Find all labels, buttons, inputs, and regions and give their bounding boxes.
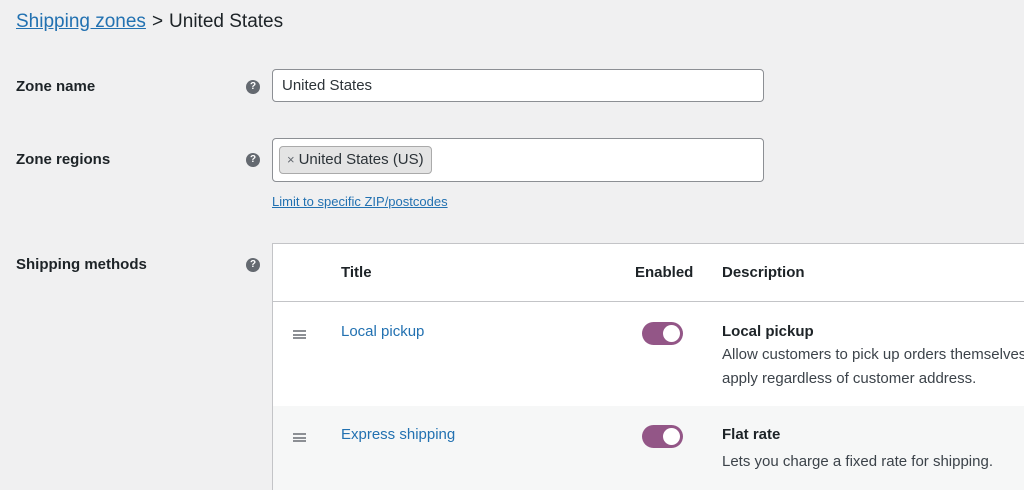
column-title: Title (341, 264, 372, 281)
method-title-link[interactable]: Local pickup (341, 323, 424, 340)
enabled-toggle[interactable] (642, 425, 683, 448)
zone-regions-label: Zone regions (16, 151, 111, 168)
table-row: Local pickup Local pickup Allow customer… (273, 303, 1024, 407)
breadcrumb-separator: > (151, 11, 164, 32)
column-enabled: Enabled (635, 264, 694, 281)
zone-name-help-icon[interactable]: ? (246, 80, 260, 94)
breadcrumb: Shipping zones > United States (16, 10, 283, 34)
zone-name-label: Zone name (16, 78, 96, 95)
zone-regions-select[interactable]: × United States (US) (272, 138, 764, 182)
region-chip: × United States (US) (279, 146, 432, 174)
method-title-link[interactable]: Express shipping (341, 426, 455, 443)
chip-remove-icon[interactable]: × (287, 147, 295, 173)
method-description-line: Lets you charge a fixed rate for shippin… (722, 453, 993, 470)
table-header: Title Enabled Description (273, 244, 1024, 302)
column-description: Description (722, 264, 805, 281)
toggle-knob (663, 428, 680, 445)
shipping-methods-table: Title Enabled Description Local pickup L… (272, 243, 1024, 490)
breadcrumb-current: United States (169, 11, 284, 32)
breadcrumb-shipping-zones-link[interactable]: Shipping zones (16, 11, 146, 32)
method-description-line: Allow customers to pick up orders themse… (722, 346, 1024, 363)
shipping-methods-help-icon[interactable]: ? (246, 258, 260, 272)
shipping-methods-label: Shipping methods (16, 256, 147, 273)
table-row: Express shipping Flat rate Lets you char… (273, 406, 1024, 490)
zone-name-input[interactable] (272, 69, 764, 102)
limit-zip-postcodes-link[interactable]: Limit to specific ZIP/postcodes (272, 194, 448, 209)
zone-regions-help-icon[interactable]: ? (246, 153, 260, 167)
method-description-title: Flat rate (722, 426, 781, 443)
toggle-knob (663, 325, 680, 342)
enabled-toggle[interactable] (642, 322, 683, 345)
chip-label: United States (US) (298, 151, 424, 168)
method-description-line: apply regardless of customer address. (722, 370, 977, 387)
method-description-title: Local pickup (722, 323, 814, 340)
shipping-zone-page: Shipping zones > United States Zone name ?… (0, 0, 1024, 490)
drag-handle-icon[interactable] (293, 330, 306, 339)
drag-handle-icon[interactable] (293, 433, 306, 442)
